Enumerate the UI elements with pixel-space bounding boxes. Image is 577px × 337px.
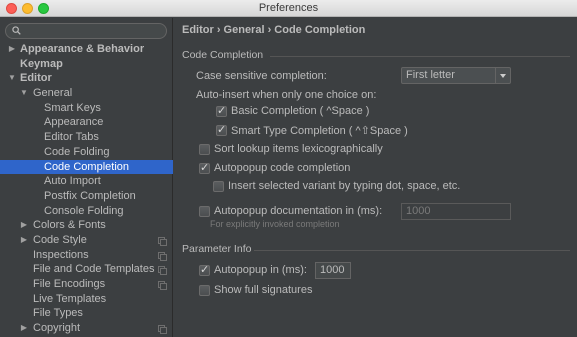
search-input[interactable] xyxy=(5,23,167,39)
sidebar-item-code-folding[interactable]: Code Folding xyxy=(0,145,173,160)
sidebar-item-label: Keymap xyxy=(20,57,63,70)
sidebar-item-label: General xyxy=(33,87,73,100)
sidebar-item-smart-keys[interactable]: Smart Keys xyxy=(0,101,173,116)
sidebar-item-editor[interactable]: ▼ Editor xyxy=(0,71,173,86)
sidebar-item-console-folding[interactable]: Console Folding xyxy=(0,204,173,219)
settings-sidebar: ▶ Appearance & Behavior Keymap ▼ Editor ▼ Gene… xyxy=(0,18,173,337)
sidebar-item-appearance-and-behavior[interactable]: ▶ Appearance & Behavior xyxy=(0,42,173,57)
auto-insert-label: Auto-insert when only one choice on: xyxy=(196,89,377,101)
show-full-signatures-checkbox[interactable] xyxy=(199,285,210,296)
sidebar-item-code-completion[interactable]: Code Completion xyxy=(0,159,173,175)
smart-type-completion-checkbox[interactable]: ✓ xyxy=(216,124,227,136)
autopopup-documentation-field[interactable]: 1000 xyxy=(401,203,511,220)
autopopup-documentation-checkbox[interactable] xyxy=(199,206,210,217)
autopopup-code-completion-checkbox[interactable]: ✓ xyxy=(199,162,210,174)
sidebar-item-label: Colors & Fonts xyxy=(33,219,106,232)
section-divider xyxy=(270,56,570,57)
smart-type-completion-label: Smart Type Completion ( ^⇧Space ) xyxy=(231,125,408,137)
settings-tree: ▶ Appearance & Behavior Keymap ▼ Editor ▼ Gene… xyxy=(0,42,173,336)
checkmark-icon: ✓ xyxy=(217,105,227,117)
checkmark-icon: ✓ xyxy=(200,162,210,174)
chevron-right-icon[interactable]: ▶ xyxy=(19,321,29,336)
sidebar-item-label: Console Folding xyxy=(44,204,124,217)
insert-selected-variant-label: Insert selected variant by typing dot, s… xyxy=(228,180,461,192)
chevron-right-icon[interactable]: ▶ xyxy=(7,42,17,57)
autopopup-code-completion-label: Autopopup code completion xyxy=(214,162,351,174)
case-sensitive-label: Case sensitive completion: xyxy=(196,70,327,82)
project-settings-icon xyxy=(158,251,167,261)
sidebar-item-file-encodings[interactable]: File Encodings xyxy=(0,277,173,292)
sidebar-item-label: Postfix Completion xyxy=(44,189,136,202)
sidebar-item-label: Auto Import xyxy=(44,175,101,188)
sidebar-item-label: Inspections xyxy=(33,248,89,261)
autopopup-in-checkbox[interactable]: ✓ xyxy=(199,264,210,276)
sidebar-item-label: Smart Keys xyxy=(44,101,101,114)
autopopup-documentation-hint: For explicitly invoked completion xyxy=(210,219,340,229)
chevron-right-icon[interactable]: ▶ xyxy=(19,218,29,233)
project-settings-icon xyxy=(158,281,167,290)
sidebar-item-copyright[interactable]: ▶ Copyright xyxy=(0,321,173,336)
sidebar-item-colors-and-fonts[interactable]: ▶ Colors & Fonts xyxy=(0,218,173,233)
sidebar-item-postfix-completion[interactable]: Postfix Completion xyxy=(0,189,173,204)
sidebar-item-inspections[interactable]: Inspections xyxy=(0,248,173,263)
sidebar-item-label: File Encodings xyxy=(33,278,106,290)
project-settings-icon xyxy=(158,266,167,276)
show-full-signatures-label: Show full signatures xyxy=(214,284,313,296)
section-divider xyxy=(254,250,570,251)
checkmark-icon: ✓ xyxy=(200,264,210,276)
sidebar-item-label: Appearance & Behavior xyxy=(20,43,145,55)
chevron-right-icon[interactable]: ▶ xyxy=(19,233,29,248)
basic-completion-label: Basic Completion ( ^Space ) xyxy=(231,105,370,117)
title-bar: Preferences xyxy=(0,0,577,17)
checkmark-icon: ✓ xyxy=(217,124,227,136)
chevron-down-icon xyxy=(495,68,510,83)
case-sensitive-value: First letter xyxy=(406,69,455,81)
autopopup-documentation-label: Autopopup documentation in (ms): xyxy=(214,205,383,217)
sidebar-item-file-and-code-templates[interactable]: File and Code Templates xyxy=(0,262,173,277)
sidebar-item-label: Live Templates xyxy=(33,292,107,305)
project-settings-icon xyxy=(158,325,167,335)
project-settings-icon xyxy=(158,236,167,246)
sidebar-item-keymap[interactable]: Keymap xyxy=(0,57,173,72)
window-title: Preferences xyxy=(258,2,319,14)
sidebar-item-live-templates[interactable]: Live Templates xyxy=(0,292,173,307)
parameter-info-section-title: Parameter Info xyxy=(182,243,252,255)
autopopup-in-field[interactable]: 1000 xyxy=(315,262,351,279)
sidebar-item-label: Editor Tabs xyxy=(44,131,99,144)
sidebar-item-editor-tabs[interactable]: Editor Tabs xyxy=(0,130,173,145)
case-sensitive-dropdown[interactable]: First letter xyxy=(401,67,511,84)
sidebar-item-appearance[interactable]: Appearance xyxy=(0,115,173,130)
sidebar-item-label: Editor xyxy=(20,72,52,85)
autopopup-in-label: Autopopup in (ms): xyxy=(214,264,307,276)
sidebar-item-label: File and Code Templates xyxy=(33,263,155,276)
sidebar-item-label: Code Style xyxy=(33,233,87,246)
sort-lexicographically-label: Sort lookup items lexicographically xyxy=(214,143,383,155)
sidebar-item-label: File Types xyxy=(33,307,83,320)
chevron-down-icon[interactable]: ▼ xyxy=(19,86,29,101)
sidebar-item-code-style[interactable]: ▶ Code Style xyxy=(0,233,173,248)
sidebar-item-label: Appearance xyxy=(44,116,104,129)
sort-lexicographically-checkbox[interactable] xyxy=(199,144,210,155)
chevron-down-icon[interactable]: ▼ xyxy=(7,71,17,86)
sidebar-item-auto-import[interactable]: Auto Import xyxy=(0,174,173,189)
breadcrumb: Editor › General › Code Completion xyxy=(182,24,366,36)
search-icon xyxy=(12,26,21,35)
basic-completion-checkbox[interactable]: ✓ xyxy=(216,105,227,117)
sidebar-item-label: Code Completion xyxy=(44,160,129,173)
sidebar-item-file-types[interactable]: File Types xyxy=(0,306,173,321)
settings-content: Editor › General › Code Completion Code … xyxy=(174,18,577,337)
sidebar-item-label: Code Folding xyxy=(44,145,110,158)
insert-selected-variant-checkbox[interactable] xyxy=(213,181,224,192)
sidebar-item-label: Copyright xyxy=(33,322,81,335)
sidebar-item-general[interactable]: ▼ General xyxy=(0,86,173,101)
code-completion-section-title: Code Completion xyxy=(182,49,264,61)
